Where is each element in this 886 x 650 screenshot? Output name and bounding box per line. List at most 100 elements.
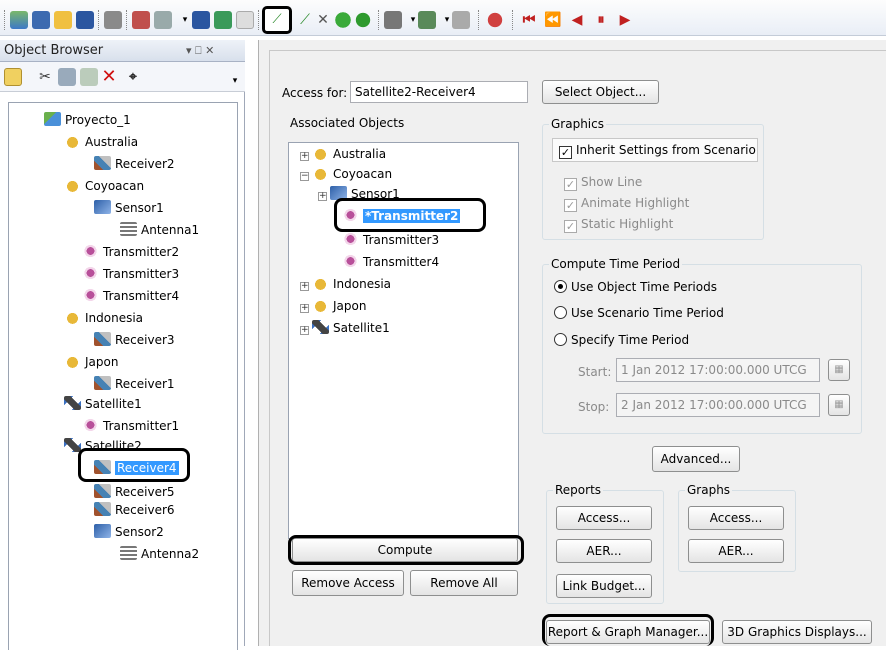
collapse-icon[interactable]: − [300,172,309,181]
tree-item-antenna2[interactable]: Antenna2 [120,544,199,564]
tree-item-receiver1[interactable]: Receiver1 [94,374,175,394]
reports-aer-button[interactable]: AER... [556,539,652,563]
overflow-icon[interactable]: ▾ [226,72,244,90]
assoc-item-indonesia[interactable]: + Indonesia [300,274,391,294]
specify-time-radio[interactable]: Specify Time Period [554,333,689,347]
binoculars-icon[interactable]: ⌖ [124,68,142,86]
use-object-time-radio[interactable]: Use Object Time Periods [554,280,717,294]
assoc-item-transmitter3[interactable]: Transmitter3 [342,230,439,250]
tree-item-transmitter1[interactable]: Transmitter1 [82,416,179,436]
paste-icon[interactable] [80,68,98,86]
animate-highlight-checkbox[interactable]: ✓ Animate Highlight [564,196,689,212]
chart-3-icon[interactable] [452,11,470,29]
pause-icon[interactable]: ⏸ [592,11,610,29]
tree-item-coyoacan[interactable]: Coyoacan [64,176,144,196]
link-budget-button[interactable]: Link Budget... [556,574,652,598]
delete-icon[interactable]: ✕ [100,68,118,86]
save-icon[interactable] [76,11,94,29]
web-icon[interactable] [214,11,232,29]
report-icon[interactable] [192,11,210,29]
globe-icon[interactable] [10,11,28,29]
tree-item-sensor2[interactable]: Sensor2 [94,522,164,542]
assoc-item-japon[interactable]: + Japon [300,296,366,316]
expand-icon[interactable]: + [300,282,309,291]
sensor-icon [94,200,111,214]
tree-item-proyecto[interactable]: Proyecto_1 [44,110,131,130]
document-icon[interactable] [236,11,254,29]
facility-icon [64,178,81,192]
transmitter-icon [342,232,359,246]
rewind-icon[interactable]: ⏮ [520,11,538,29]
line-icon[interactable]: ⟋ [296,11,314,29]
access-icon[interactable]: ⟋ [262,6,292,34]
cut-icon[interactable]: ✂ [36,68,54,86]
step-back-icon[interactable]: ⏪ [544,11,562,29]
tree-item-indonesia[interactable]: Indonesia [64,308,143,328]
tree-item-transmitter4[interactable]: Transmitter4 [82,286,179,306]
antenna-icon [120,546,137,560]
check-icon: ✓ [564,220,577,233]
tree-item-receiver2[interactable]: Receiver2 [94,154,175,174]
open-folder-icon[interactable] [54,11,72,29]
check-icon: ✓ [564,199,577,212]
tree-item-sensor1[interactable]: Sensor1 [94,198,164,218]
chart-2-icon[interactable] [418,11,436,29]
expand-icon[interactable]: + [300,152,309,161]
assoc-item-satellite1[interactable]: + Satellite1 [300,318,390,338]
tree-item-antenna1[interactable]: Antenna1 [120,220,199,240]
advanced-button[interactable]: Advanced... [652,446,740,472]
use-scenario-time-radio[interactable]: Use Scenario Time Period [554,306,724,320]
facility-icon [312,276,329,290]
print-icon[interactable] [104,11,122,29]
check-icon: ✓ [564,178,577,191]
expand-icon[interactable]: + [318,192,327,201]
highlight-circle-receiver4 [78,448,190,482]
chart-icon[interactable] [384,11,402,29]
expand-icon[interactable]: + [300,326,309,335]
window-icon[interactable] [32,11,50,29]
tree-item-receiver3[interactable]: Receiver3 [94,330,175,350]
object-browser-title: Object Browser [4,43,104,58]
assoc-item-australia[interactable]: + Australia [300,144,386,164]
zoom-icon[interactable] [354,11,372,29]
graphs-access-button[interactable]: Access... [688,506,784,530]
remove-all-button[interactable]: Remove All [410,570,518,596]
tree-item-receiver5[interactable]: Receiver5 [94,482,175,502]
tree-item-transmitter2[interactable]: Transmitter2 [82,242,179,262]
satellite-icon [64,396,81,410]
calendar-icon[interactable]: ▦ [828,359,850,381]
tools-x-icon[interactable]: ✕ [314,11,332,29]
tree-item-japon[interactable]: Japon [64,352,118,372]
assoc-item-coyoacan[interactable]: − Coyoacan [300,164,392,184]
show-line-checkbox[interactable]: ✓ Show Line [564,175,642,191]
reports-access-button[interactable]: Access... [556,506,652,530]
globe-3d-icon[interactable] [486,11,504,29]
tools-icon[interactable] [154,11,172,29]
static-highlight-checkbox[interactable]: ✓ Static Highlight [564,217,673,233]
new-object-icon[interactable] [4,68,22,86]
copy-icon[interactable] [58,68,76,86]
graphs-aer-button[interactable]: AER... [688,539,784,563]
3d-graphics-displays-button[interactable]: 3D Graphics Displays... [722,620,872,644]
tree-item-transmitter3[interactable]: Transmitter3 [82,264,179,284]
panel-controls[interactable]: ▾ ⎕ ✕ [186,40,214,62]
remove-access-button[interactable]: Remove Access [292,570,404,596]
globe-green-icon[interactable] [334,11,352,29]
assoc-item-transmitter4[interactable]: Transmitter4 [342,252,439,272]
calendar-icon[interactable]: ▦ [828,394,850,416]
expand-icon[interactable]: + [300,304,309,313]
play-back-icon[interactable]: ◀ [568,11,586,29]
inherit-settings-checkbox[interactable]: ✓ Inherit Settings from Scenario [552,138,758,162]
scenario-icon[interactable] [132,11,150,29]
stop-time-field[interactable]: 2 Jan 2012 17:00:00.000 UTCG [616,393,820,417]
satellite-icon [312,320,329,334]
tree-item-australia[interactable]: Australia [64,132,138,152]
select-object-button[interactable]: Select Object... [542,80,659,104]
access-for-field[interactable]: Satellite2-Receiver4 [350,81,528,103]
check-icon: ✓ [559,146,572,159]
play-icon[interactable]: ▶ [616,11,634,29]
start-time-field[interactable]: 1 Jan 2012 17:00:00.000 UTCG [616,358,820,382]
start-label: Start: [578,365,612,379]
tree-item-satellite1[interactable]: Satellite1 [64,394,142,414]
tree-item-receiver6[interactable]: Receiver6 [94,500,175,520]
